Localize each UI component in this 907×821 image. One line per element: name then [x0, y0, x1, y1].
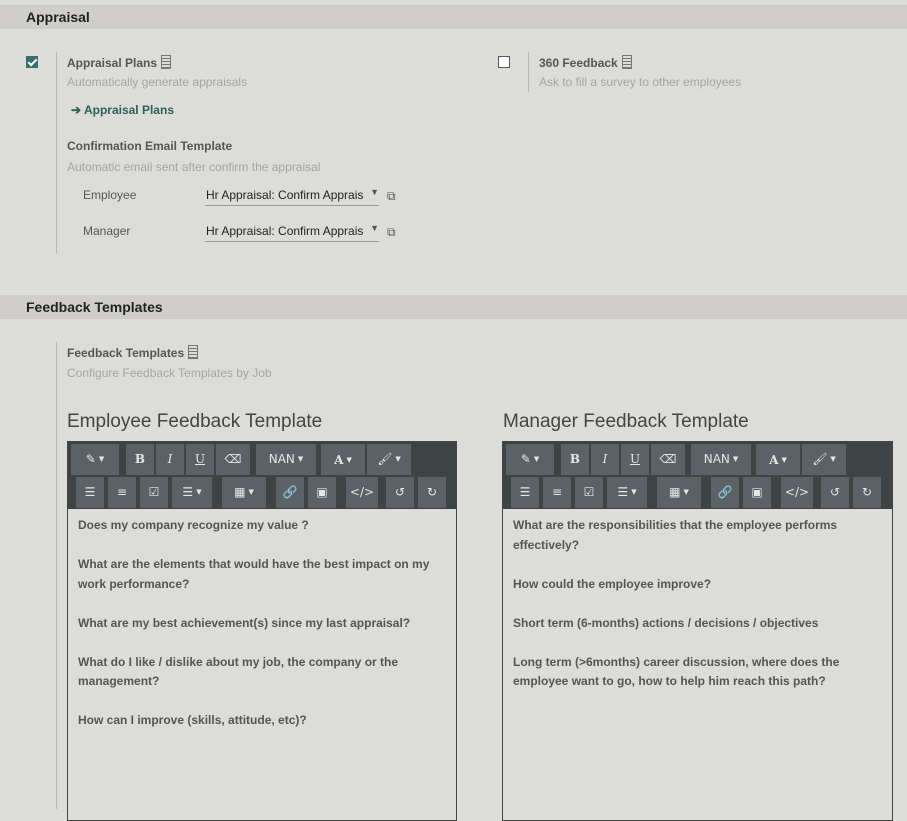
manager-template-select[interactable]: Hr Appraisal: Confirm Appraisal ▼ [205, 223, 379, 242]
external-link-icon[interactable]: ⧉ [387, 189, 396, 204]
link-icon[interactable]: 🔗 [711, 477, 739, 508]
manager-template-value: Hr Appraisal: Confirm Appraisal [206, 224, 364, 238]
brush-icon[interactable]: 🖌 ▼ [367, 444, 411, 475]
appraisal-section-title: Appraisal [26, 9, 90, 25]
image-icon[interactable]: ▣ [743, 477, 771, 508]
align-icon[interactable]: ☰ ▼ [172, 477, 212, 508]
template-line: What do I like / dislike about my job, t… [78, 654, 399, 689]
employee-template-content[interactable]: Does my company recognize my value ? Wha… [78, 516, 446, 750]
font-size-value: NAN [703, 452, 730, 466]
italic-icon[interactable]: I [156, 444, 184, 475]
template-line: Does my company recognize my value ? [78, 518, 309, 532]
ordered-list-icon[interactable]: ≡ [543, 477, 571, 508]
template-line: What are my best achievement(s) since my… [78, 615, 411, 630]
table-icon[interactable]: ▦ ▼ [657, 477, 701, 508]
divider [56, 342, 57, 809]
unordered-list-icon[interactable]: ☰ [76, 477, 104, 508]
redo-icon[interactable]: ↻ [418, 477, 446, 508]
appraisal-section-header: Appraisal [0, 5, 907, 29]
image-icon[interactable]: ▣ [308, 477, 336, 508]
feedback-templates-help: Configure Feedback Templates by Job [67, 366, 272, 380]
divider [528, 52, 529, 92]
arrow-right-icon: ➔ [71, 103, 82, 117]
appraisal-plans-checkbox[interactable] [26, 56, 38, 68]
bold-icon[interactable]: B [561, 444, 589, 475]
feedback-section-title: Feedback Templates [26, 299, 163, 315]
font-color-icon[interactable]: A ▼ [321, 444, 365, 475]
appraisal-plans-link-label: Appraisal Plans [83, 103, 174, 117]
template-line: Long term (>6months) career discussion, … [513, 654, 840, 689]
manager-field-label: Manager [83, 224, 131, 238]
caret-down-icon: ▼ [370, 187, 379, 197]
feedback-360-label-row: 360 Feedback [539, 55, 632, 70]
employee-template-editor[interactable]: ✎ ▼ B I U ⌫ NAN ▼ A ▼ 🖌 ▼ ☰ ≡ ☑ ☰ ▼ ▦ ▼ 🔗 ▣ </… [67, 441, 457, 821]
feedback-360-help: Ask to fill a survey to other employees [539, 75, 742, 89]
code-view-icon[interactable]: </> [781, 477, 813, 508]
employee-template-select[interactable]: Hr Appraisal: Confirm Appraisal ▼ [205, 187, 379, 206]
caret-down-icon: ▼ [370, 223, 379, 233]
font-size-dropdown[interactable]: NAN ▼ [256, 444, 316, 475]
appraisal-plans-label-row: Appraisal Plans [67, 55, 172, 70]
code-view-icon[interactable]: </> [346, 477, 378, 508]
appraisal-plans-label: Appraisal Plans [67, 56, 158, 70]
checklist-icon[interactable]: ☑ [140, 477, 168, 508]
appraisal-plans-link[interactable]: ➔ Appraisal Plans [71, 103, 174, 117]
template-line: How can I improve (skills, attitude, etc… [78, 713, 307, 727]
company-icon [188, 345, 199, 359]
underline-icon[interactable]: U [186, 444, 214, 475]
align-icon[interactable]: ☰ ▼ [607, 477, 647, 508]
table-icon[interactable]: ▦ ▼ [222, 477, 266, 508]
undo-icon[interactable]: ↺ [386, 477, 414, 508]
font-size-dropdown[interactable]: NAN ▼ [691, 444, 751, 475]
confirmation-email-label: Confirmation Email Template [67, 139, 233, 153]
ordered-list-icon[interactable]: ≡ [108, 477, 136, 508]
external-link-icon[interactable]: ⧉ [387, 225, 396, 240]
bold-icon[interactable]: B [126, 444, 154, 475]
employee-template-value: Hr Appraisal: Confirm Appraisal [206, 188, 364, 202]
underline-icon[interactable]: U [621, 444, 649, 475]
divider [56, 52, 57, 254]
editor-toolbar: ✎ ▼ B I U ⌫ NAN ▼ A ▼ 🖌 ▼ ☰ ≡ ☑ ☰ ▼ ▦ ▼ 🔗 ▣ </… [503, 442, 892, 509]
company-icon [161, 55, 172, 69]
feedback-360-checkbox[interactable] [498, 56, 510, 68]
undo-icon[interactable]: ↺ [821, 477, 849, 508]
editor-toolbar: ✎ ▼ B I U ⌫ NAN ▼ A ▼ 🖌 ▼ ☰ ≡ ☑ ☰ ▼ ▦ ▼ 🔗 ▣ </… [68, 442, 456, 509]
appraisal-plans-help: Automatically generate appraisals [67, 75, 248, 89]
employee-template-title: Employee Feedback Template [67, 411, 323, 432]
magic-wand-icon[interactable]: ✎ ▼ [506, 444, 554, 475]
link-icon[interactable]: 🔗 [276, 477, 304, 508]
redo-icon[interactable]: ↻ [853, 477, 881, 508]
template-line: What are the responsibilities that the e… [513, 518, 838, 552]
checklist-icon[interactable]: ☑ [575, 477, 603, 508]
font-color-icon[interactable]: A ▼ [756, 444, 800, 475]
brush-icon[interactable]: 🖌 ▼ [802, 444, 846, 475]
eraser-icon[interactable]: ⌫ [651, 444, 685, 475]
feedback-section-header: Feedback Templates [0, 295, 907, 319]
manager-template-content[interactable]: What are the responsibilities that the e… [513, 516, 882, 711]
eraser-icon[interactable]: ⌫ [216, 444, 250, 475]
feedback-360-label: 360 Feedback [539, 56, 618, 70]
font-size-value: NAN [268, 452, 295, 466]
italic-icon[interactable]: I [591, 444, 619, 475]
company-icon [621, 55, 632, 69]
magic-wand-icon[interactable]: ✎ ▼ [71, 444, 119, 475]
confirmation-email-help: Automatic email sent after confirm the a… [67, 160, 321, 174]
template-line: Short term (6-months) actions / decision… [513, 615, 819, 630]
unordered-list-icon[interactable]: ☰ [511, 477, 539, 508]
manager-template-editor[interactable]: ✎ ▼ B I U ⌫ NAN ▼ A ▼ 🖌 ▼ ☰ ≡ ☑ ☰ ▼ ▦ ▼ 🔗 ▣ </… [502, 441, 893, 821]
template-line: How could the employee improve? [513, 576, 712, 591]
feedback-templates-label-row: Feedback Templates [67, 345, 199, 360]
manager-template-title: Manager Feedback Template [503, 411, 749, 432]
employee-field-label: Employee [83, 188, 137, 202]
template-line: What are the elements that would have th… [78, 557, 430, 591]
feedback-templates-label: Feedback Templates [67, 346, 185, 360]
